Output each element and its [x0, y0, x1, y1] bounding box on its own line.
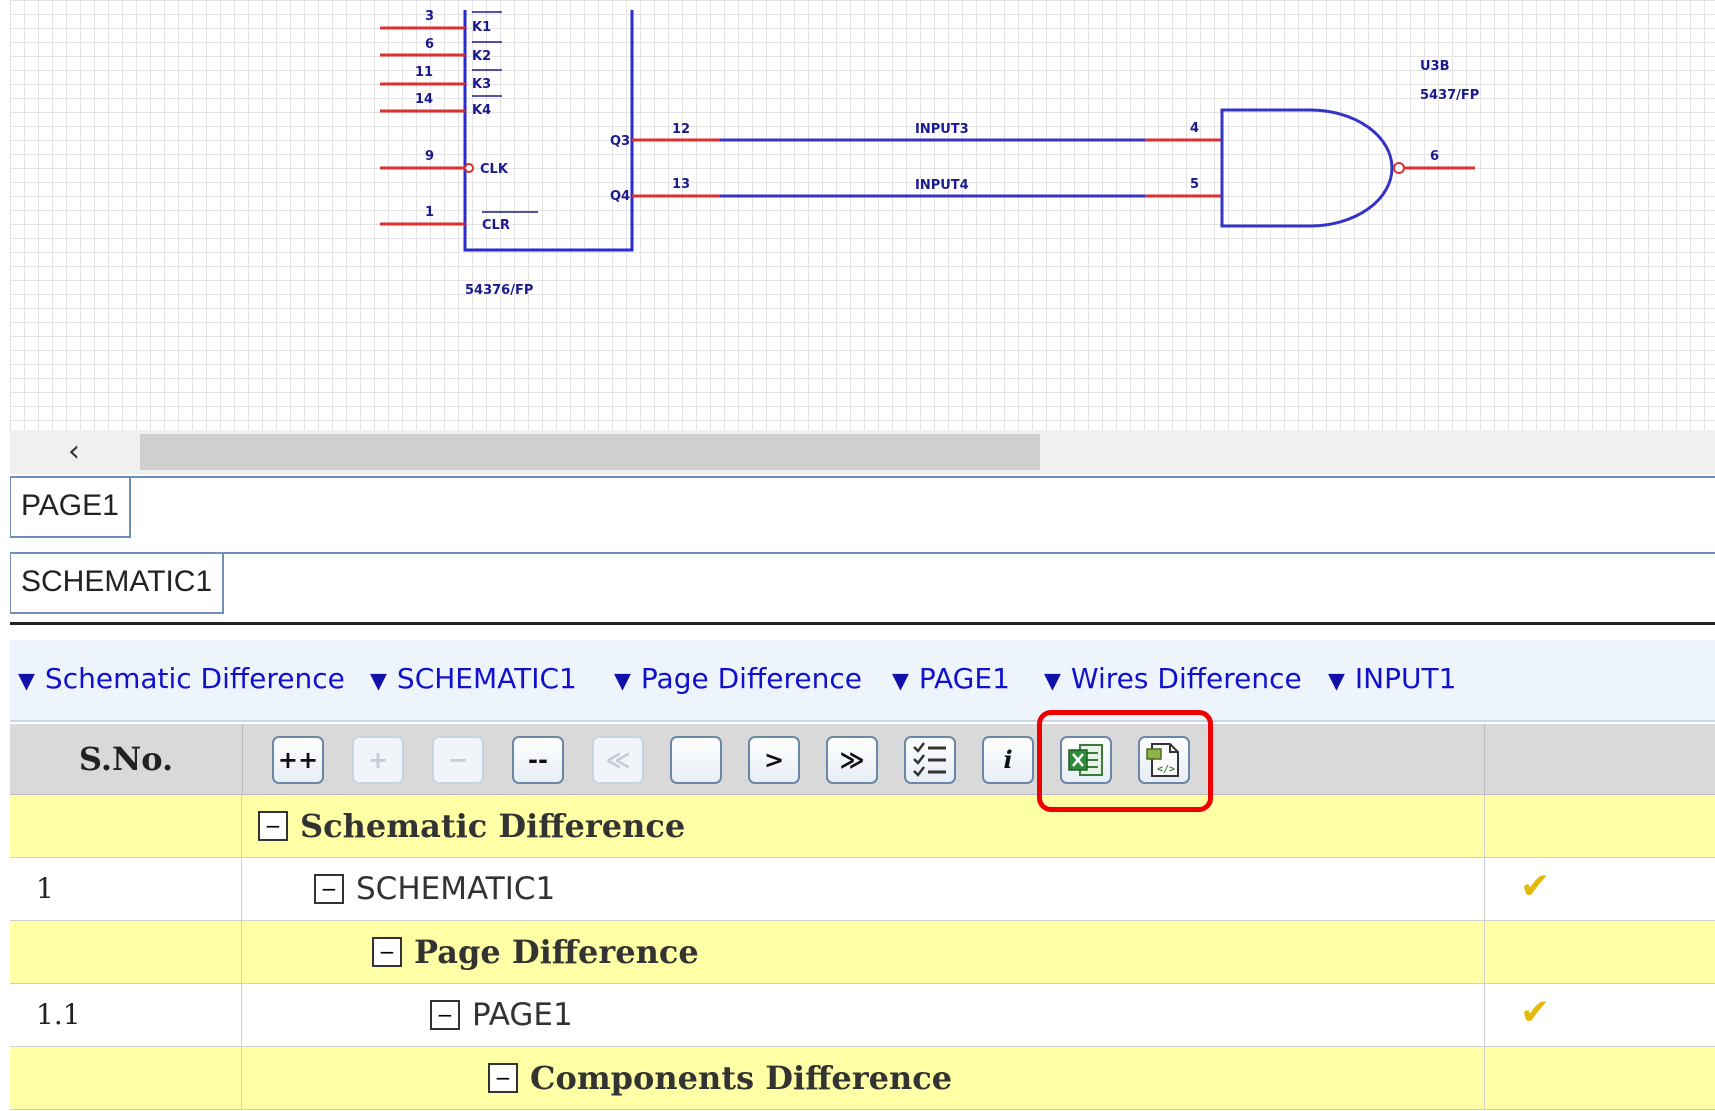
pin-label: K4: [472, 103, 491, 118]
crumb-page1[interactable]: ▼ PAGE1: [892, 662, 1010, 695]
pin-number: 9: [425, 149, 434, 164]
table-header: S.No. ++ + − -- ≪ > ≫ i </>: [10, 724, 1715, 795]
expand-all-button[interactable]: ++: [272, 736, 324, 784]
horizontal-scrollbar[interactable]: ‹: [10, 430, 1715, 474]
collapse-toggle-icon[interactable]: −: [430, 1000, 460, 1030]
gate-input-number: 4: [1190, 121, 1199, 136]
row-sno: 1: [10, 858, 242, 920]
tab-page1[interactable]: PAGE1: [10, 478, 131, 538]
pin-label: CLK: [480, 162, 509, 177]
dropdown-arrow-icon: ▼: [614, 669, 631, 694]
schematic-canvas[interactable]: 3 6 11 14 9 1 K1 K2 K3 K4 CLK CLR Q3 Q4 …: [10, 0, 1715, 430]
gate-output-number: 6: [1430, 149, 1439, 164]
clk-bubble: [464, 163, 474, 173]
output-bubble: [1393, 162, 1405, 174]
gate-ref: U3B: [1420, 59, 1450, 74]
net-label: INPUT3: [915, 122, 969, 137]
output-pin-label: Q3: [610, 134, 630, 149]
dropdown-arrow-icon: ▼: [892, 669, 909, 694]
collapse-button[interactable]: −: [432, 736, 484, 784]
row-sno: [10, 921, 242, 983]
pin-number: 3: [425, 9, 434, 24]
row-sno: [10, 1047, 242, 1109]
row-sno: 1.1: [10, 984, 242, 1046]
crumb-wires-difference[interactable]: ▼ Wires Difference: [1044, 662, 1302, 695]
node-label: Page Difference: [414, 933, 699, 971]
first-button[interactable]: ≪: [592, 736, 644, 784]
nand-gate: [1220, 108, 1394, 228]
dropdown-arrow-icon: ▼: [1328, 669, 1345, 694]
table-row[interactable]: − Schematic Difference: [10, 795, 1715, 858]
ic-part: 54376/FP: [465, 283, 533, 298]
node-label: SCHEMATIC1: [356, 871, 556, 907]
info-button[interactable]: i: [982, 736, 1034, 784]
collapse-toggle-icon[interactable]: −: [258, 811, 288, 841]
pin-label: K2: [472, 49, 491, 64]
schematic-tab-strip: SCHEMATIC1: [10, 552, 1715, 620]
ic-body: [463, 10, 634, 252]
gate-input-number: 5: [1190, 177, 1199, 192]
pin-number: 1: [425, 205, 434, 220]
export-excel-button[interactable]: [1060, 736, 1112, 784]
scroll-left-icon[interactable]: ‹: [50, 432, 98, 472]
checklist-icon: [913, 742, 946, 777]
check-icon: ✔: [1520, 992, 1551, 1033]
output-pin-number: 13: [672, 177, 690, 192]
crumb-input1[interactable]: ▼ INPUT1: [1328, 662, 1456, 695]
column-divider: [1484, 724, 1485, 794]
node-label: PAGE1: [472, 997, 573, 1033]
collapse-toggle-icon[interactable]: −: [372, 937, 402, 967]
dropdown-arrow-icon: ▼: [1044, 669, 1061, 694]
dropdown-arrow-icon: ▼: [18, 669, 35, 694]
crumb-schematic1[interactable]: ▼ SCHEMATIC1: [370, 662, 577, 695]
check-icon: ✔: [1520, 866, 1551, 907]
schematic-drawing: 3 6 11 14 9 1 K1 K2 K3 K4 CLK CLR Q3 Q4 …: [380, 9, 1479, 298]
divider: [10, 622, 1715, 625]
tree-node: − Page Difference: [372, 921, 699, 983]
breadcrumb: ▼ Schematic Difference ▼ SCHEMATIC1 ▼ Page …: [10, 640, 1715, 722]
table-row[interactable]: − Components Difference: [10, 1047, 1715, 1110]
info-icon: i: [1003, 745, 1013, 774]
net-label: INPUT4: [915, 178, 969, 193]
scroll-thumb[interactable]: [140, 434, 1040, 470]
excel-icon: [1068, 744, 1103, 776]
pin-label: K1: [472, 20, 491, 35]
collapse-toggle-icon[interactable]: −: [314, 874, 344, 904]
pin-number: 14: [415, 92, 433, 107]
pin-number: 11: [415, 65, 433, 80]
export-xml-button[interactable]: </>: [1138, 736, 1190, 784]
expand-button[interactable]: +: [352, 736, 404, 784]
pin-label: CLR: [482, 218, 510, 233]
svg-text:</>: </>: [1157, 764, 1175, 775]
next-button[interactable]: >: [748, 736, 800, 784]
crumb-schematic-difference[interactable]: ▼ Schematic Difference: [18, 662, 345, 695]
table-row[interactable]: − Page Difference: [10, 921, 1715, 984]
tab-schematic1[interactable]: SCHEMATIC1: [10, 554, 225, 614]
dropdown-arrow-icon: ▼: [370, 669, 387, 694]
collapse-toggle-icon[interactable]: −: [488, 1063, 518, 1093]
tree-node: − Components Difference: [488, 1047, 952, 1109]
pin-number: 6: [425, 37, 434, 52]
pin-label: K3: [472, 77, 491, 92]
gate-part: 5437/FP: [1420, 88, 1479, 103]
row-sno: [10, 795, 242, 857]
output-pin-number: 12: [672, 122, 690, 137]
xml-file-icon: </>: [1146, 743, 1179, 777]
crumb-page-difference[interactable]: ▼ Page Difference: [614, 662, 862, 695]
page-tab-strip: PAGE1: [10, 476, 1715, 546]
previous-button[interactable]: [670, 736, 722, 784]
table-row[interactable]: 1 − SCHEMATIC1 ✔: [10, 858, 1715, 921]
last-button[interactable]: ≫: [826, 736, 878, 784]
node-label: Schematic Difference: [300, 807, 686, 845]
tree-node: − SCHEMATIC1: [314, 858, 555, 920]
tree-node: − Schematic Difference: [258, 795, 685, 857]
table-row[interactable]: 1.1 − PAGE1 ✔: [10, 984, 1715, 1047]
output-pin-label: Q4: [610, 189, 630, 204]
node-label: Components Difference: [530, 1059, 953, 1097]
collapse-all-button[interactable]: --: [512, 736, 564, 784]
tree-node: − PAGE1: [430, 984, 573, 1046]
filter-list-button[interactable]: [904, 736, 956, 784]
sno-header: S.No.: [10, 724, 243, 794]
